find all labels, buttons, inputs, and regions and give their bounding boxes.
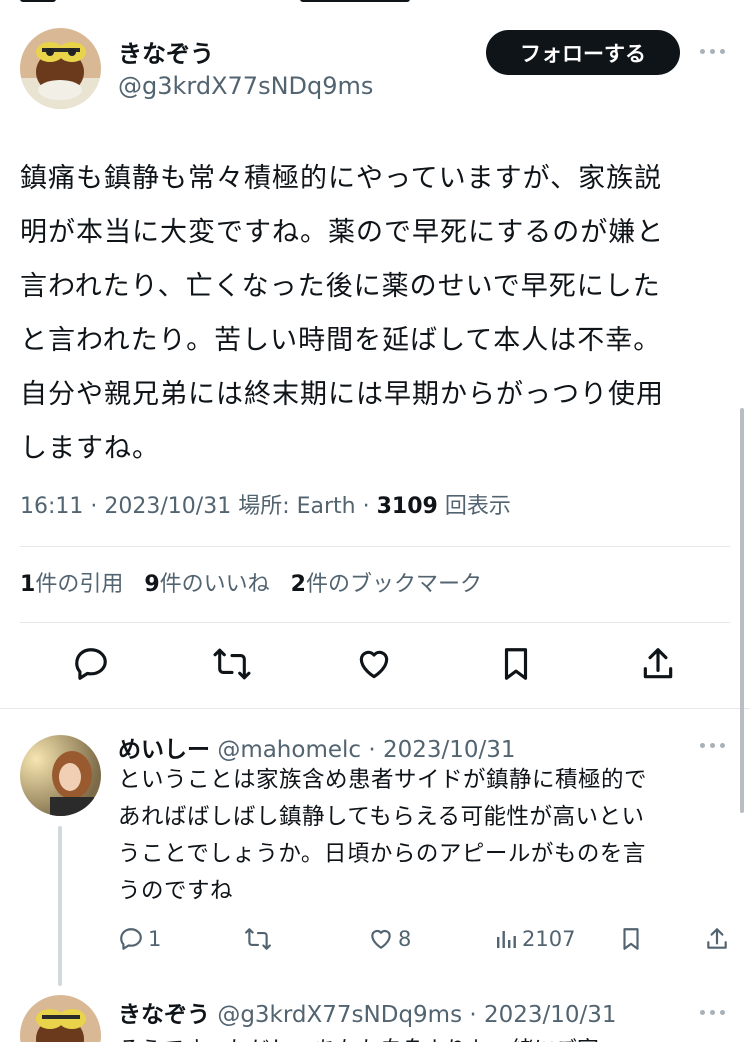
reply-text: ということは家族含め患者サイドが鎮静に積極的で あればばしばし鎮静してもらえる可…	[118, 762, 728, 910]
quotes-label: 件の引用	[35, 572, 124, 597]
quotes-count: 1	[20, 572, 36, 597]
likes-count: 9	[144, 572, 160, 597]
tweet-time[interactable]: 16:11	[20, 494, 83, 519]
tweet-meta: 16:11 · 2023/10/31 場所: Earth · 3109 回表示	[20, 494, 511, 519]
bookmark-icon[interactable]	[497, 645, 535, 687]
reply-header: めいしー @mahomelc · 2023/10/31	[118, 737, 516, 763]
reply-icon	[120, 928, 142, 950]
next-reply-author-name[interactable]: きなぞう	[118, 1002, 210, 1028]
next-reply-text: そうです。ただし、あなた自身よりも一緒にご家	[118, 1032, 599, 1042]
tweet-text-line: 明が本当に大変ですね。薬ので早死にするのが嫌と	[20, 217, 665, 248]
divider	[20, 622, 730, 623]
share-icon	[707, 928, 727, 949]
follow-button[interactable]: フォローする	[486, 30, 680, 75]
tweet-detail-page: きなぞう @g3krdX77sNDq9ms フォローする 鎮痛も鎮静も常々積極的…	[0, 0, 750, 1042]
more-icon[interactable]	[700, 46, 730, 56]
next-reply-header: きなぞう @g3krdX77sNDq9ms · 2023/10/31	[118, 1002, 617, 1028]
reply-bookmark-button[interactable]	[618, 924, 644, 954]
reply-text-line: あればばしばし鎮静してもらえる可能性が高いとい	[118, 804, 645, 830]
reply-views-button[interactable]: 2107	[494, 924, 575, 954]
tweet-date[interactable]: 2023/10/31	[104, 494, 231, 519]
tweet-text: 鎮痛も鎮静も常々積極的にやっていますが、家族説 明が本当に大変ですね。薬ので早死…	[20, 152, 720, 476]
scrollbar[interactable]	[740, 408, 744, 813]
reply-text-line: うのですね	[118, 878, 234, 904]
reply-like-button[interactable]: 8	[368, 924, 411, 954]
reply-reply-count: 1	[148, 927, 162, 951]
reply-author-avatar[interactable]	[20, 735, 101, 816]
reply-view-count: 2107	[522, 927, 576, 951]
clipped-previous-content	[20, 0, 420, 6]
bookmarks-label: 件のブックマーク	[305, 572, 482, 597]
next-reply-author-avatar[interactable]	[20, 995, 101, 1042]
reply-author-handle[interactable]: @mahomelc	[217, 737, 361, 763]
reply-retweet-button[interactable]	[244, 924, 272, 954]
reply-share-button[interactable]	[704, 924, 730, 954]
reply-icon[interactable]	[72, 645, 110, 687]
tweet-text-line: 鎮痛も鎮静も常々積極的にやっていますが、家族説	[20, 163, 663, 194]
likes-label: 件のいいね	[159, 572, 270, 597]
share-icon[interactable]	[639, 645, 677, 687]
next-reply-date[interactable]: 2023/10/31	[484, 1002, 617, 1028]
like-icon[interactable]	[355, 645, 393, 687]
bookmarks-count: 2	[290, 572, 306, 597]
tweet-location: 場所: Earth	[238, 494, 356, 519]
reply-author-name[interactable]: めいしー	[118, 737, 210, 763]
divider	[20, 546, 730, 547]
tweet-text-line: と言われたり。苦しい時間を延ばして本人は不幸。	[20, 325, 662, 356]
reply-text-line: ということは家族含め患者サイドが鎮静に積極的で	[118, 767, 648, 793]
tweet-text-line: 言われたり、亡くなった後に薬のせいで早死にした	[20, 271, 661, 302]
tweet-text-line: しますね。	[20, 433, 160, 464]
views-label: 回表示	[444, 494, 511, 519]
tweet-text-line: 自分や親兄弟には終末期には早期からがっつり使用	[20, 379, 664, 410]
reply-date[interactable]: 2023/10/31	[383, 737, 516, 763]
next-reply-author-handle[interactable]: @g3krdX77sNDq9ms	[217, 1002, 462, 1028]
author-avatar[interactable]	[20, 28, 101, 109]
reply-like-count: 8	[398, 927, 412, 951]
reply-text-line: うことでしょうか。日頃からのアピールがものを言	[118, 841, 646, 867]
more-icon[interactable]	[700, 1007, 730, 1017]
like-icon	[371, 929, 391, 949]
tweet-stats: 1件の引用 9件のいいね 2件のブックマーク	[20, 566, 496, 598]
views-count: 3109	[376, 494, 438, 519]
views-icon	[497, 931, 516, 948]
likes-stat[interactable]: 9件のいいね	[144, 572, 269, 597]
bookmarks-stat[interactable]: 2件のブックマーク	[291, 572, 482, 597]
quotes-stat[interactable]: 1件の引用	[20, 572, 123, 597]
bookmark-icon	[623, 928, 639, 950]
retweet-icon[interactable]	[212, 645, 252, 687]
more-icon[interactable]	[700, 740, 730, 750]
thread-line	[58, 826, 62, 986]
section-divider	[0, 708, 750, 709]
retweet-icon	[245, 928, 271, 950]
reply-reply-button[interactable]: 1	[118, 924, 161, 954]
author-handle[interactable]: @g3krdX77sNDq9ms	[118, 72, 373, 100]
author-name[interactable]: きなぞう	[118, 34, 214, 69]
